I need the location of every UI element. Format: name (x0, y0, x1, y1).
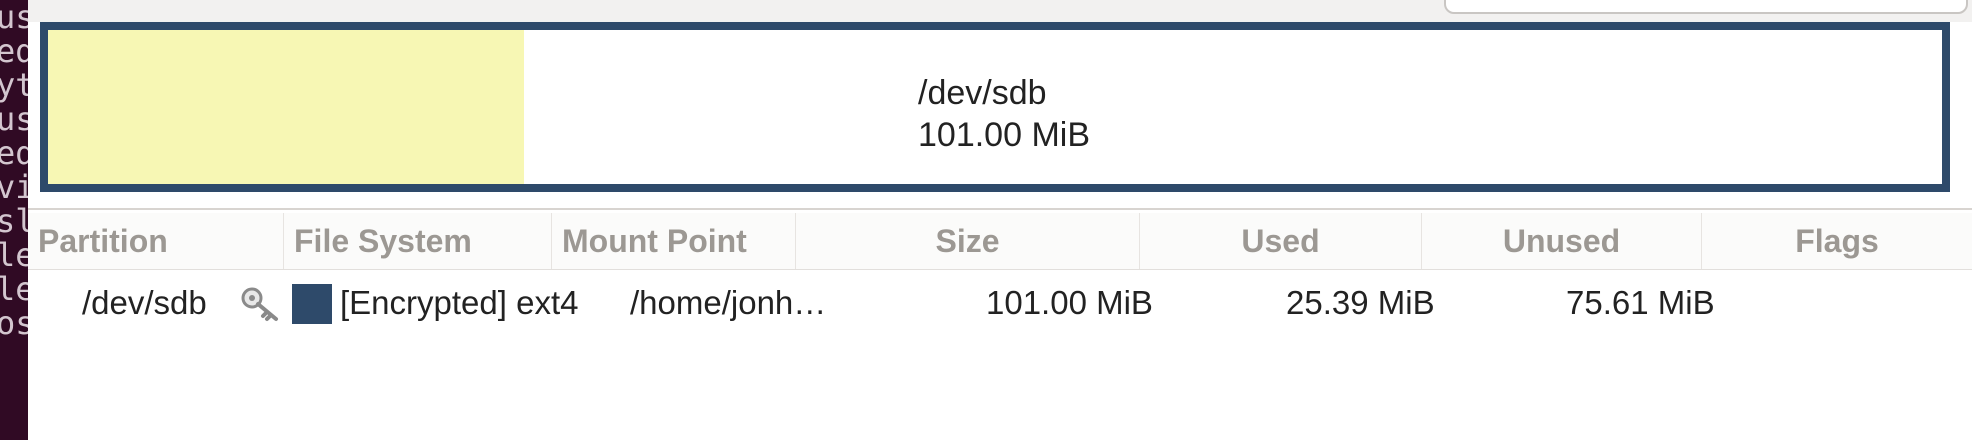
column-header-file-system[interactable]: File System (284, 213, 552, 269)
divider (28, 208, 1972, 210)
disk-graphic-label: /dev/sdb 101.00 MiB (918, 72, 1090, 156)
terminal-line: yt (0, 66, 28, 104)
gparted-window: /dev/sdb 101.00 MiB Partition File Syste… (28, 0, 1972, 440)
column-header-flags[interactable]: Flags (1702, 213, 1972, 269)
partition-unused: 75.61 MiB (1566, 284, 1715, 321)
terminal-line: us (0, 0, 28, 36)
terminal-background: us ed yt us ed vi sl le le os (0, 0, 28, 440)
column-header-partition[interactable]: Partition (28, 213, 284, 269)
column-header-used[interactable]: Used (1140, 213, 1422, 269)
used-space-fill (48, 30, 525, 184)
terminal-line: os (0, 304, 28, 342)
mount-point: /home/jonh… (630, 284, 827, 321)
disk-device-name: /dev/sdb (918, 74, 1047, 112)
device-selector[interactable] (1444, 0, 1968, 14)
disk-partition-graphic[interactable]: /dev/sdb 101.00 MiB (40, 22, 1950, 192)
filesystem-color-swatch (292, 284, 332, 324)
disk-size: 101.00 MiB (918, 116, 1090, 154)
terminal-line: vi (0, 168, 28, 206)
terminal-line: le (0, 236, 28, 274)
filesystem-label: [Encrypted] ext4 (340, 284, 579, 321)
terminal-line: us (0, 100, 28, 138)
terminal-line: ed (0, 32, 28, 70)
partition-used: 25.39 MiB (1286, 284, 1435, 321)
table-row[interactable]: /dev/sdb [Encrypted] ext4 /home/jonh… 10… (28, 272, 1972, 334)
column-header-unused[interactable]: Unused (1422, 213, 1702, 269)
partition-name: /dev/sdb (82, 284, 207, 321)
partition-size: 101.00 MiB (986, 284, 1153, 321)
partition-table-header: Partition File System Mount Point Size U… (28, 213, 1972, 270)
terminal-line: le (0, 270, 28, 308)
toolbar-strip (28, 0, 1972, 22)
key-icon (241, 287, 278, 321)
terminal-line: sl (0, 202, 28, 240)
column-header-size[interactable]: Size (796, 213, 1140, 269)
terminal-line: ed (0, 134, 28, 172)
column-header-mount-point[interactable]: Mount Point (552, 213, 796, 269)
